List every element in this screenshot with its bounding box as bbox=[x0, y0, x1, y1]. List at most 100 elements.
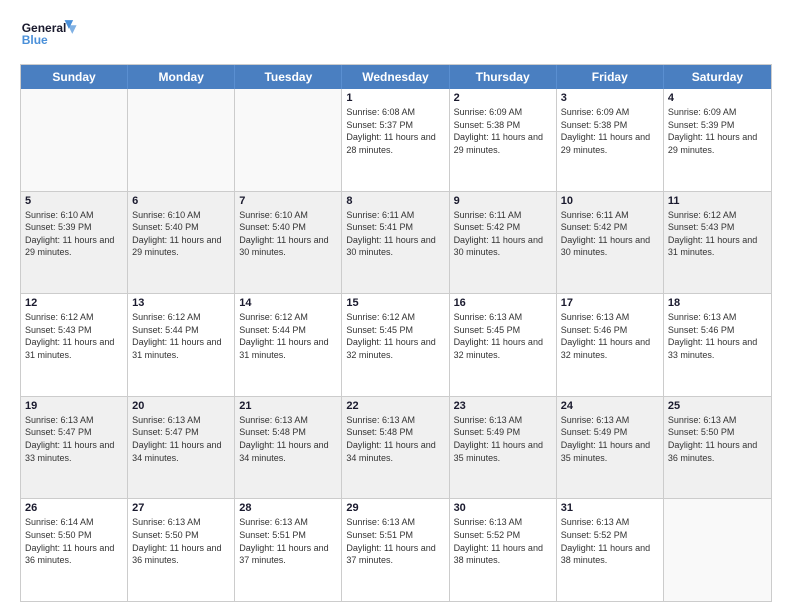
day-details: Sunrise: 6:13 AM Sunset: 5:50 PM Dayligh… bbox=[132, 516, 230, 566]
logo-svg: General Blue bbox=[20, 16, 80, 56]
day-details: Sunrise: 6:09 AM Sunset: 5:38 PM Dayligh… bbox=[454, 106, 552, 156]
day-number: 13 bbox=[132, 297, 230, 309]
day-details: Sunrise: 6:13 AM Sunset: 5:51 PM Dayligh… bbox=[346, 516, 444, 566]
calendar-header: SundayMondayTuesdayWednesdayThursdayFrid… bbox=[21, 65, 771, 89]
day-details: Sunrise: 6:13 AM Sunset: 5:46 PM Dayligh… bbox=[561, 311, 659, 361]
page: General Blue SundayMondayTuesdayWednesda… bbox=[0, 0, 792, 612]
calendar: SundayMondayTuesdayWednesdayThursdayFrid… bbox=[20, 64, 772, 602]
calendar-cell: 2 Sunrise: 6:09 AM Sunset: 5:38 PM Daylig… bbox=[450, 89, 557, 191]
weekday-header-monday: Monday bbox=[128, 65, 235, 89]
day-details: Sunrise: 6:12 AM Sunset: 5:45 PM Dayligh… bbox=[346, 311, 444, 361]
calendar-cell: 12 Sunrise: 6:12 AM Sunset: 5:43 PM Dayli… bbox=[21, 294, 128, 396]
day-number: 11 bbox=[668, 195, 767, 207]
day-number: 12 bbox=[25, 297, 123, 309]
day-details: Sunrise: 6:13 AM Sunset: 5:49 PM Dayligh… bbox=[561, 414, 659, 464]
day-details: Sunrise: 6:12 AM Sunset: 5:44 PM Dayligh… bbox=[132, 311, 230, 361]
calendar-cell: 18 Sunrise: 6:13 AM Sunset: 5:46 PM Dayli… bbox=[664, 294, 771, 396]
day-details: Sunrise: 6:13 AM Sunset: 5:48 PM Dayligh… bbox=[346, 414, 444, 464]
calendar-cell: 28Sunrise: 6:13 AM Sunset: 5:51 PM Dayli… bbox=[235, 499, 342, 601]
day-details: Sunrise: 6:11 AM Sunset: 5:42 PM Dayligh… bbox=[561, 209, 659, 259]
calendar-cell: 11 Sunrise: 6:12 AM Sunset: 5:43 PM Dayli… bbox=[664, 192, 771, 294]
day-number: 24 bbox=[561, 400, 659, 412]
day-number: 14 bbox=[239, 297, 337, 309]
calendar-cell: 24 Sunrise: 6:13 AM Sunset: 5:49 PM Dayli… bbox=[557, 397, 664, 499]
day-details: Sunrise: 6:12 AM Sunset: 5:43 PM Dayligh… bbox=[668, 209, 767, 259]
day-details: Sunrise: 6:10 AM Sunset: 5:39 PM Dayligh… bbox=[25, 209, 123, 259]
day-number: 18 bbox=[668, 297, 767, 309]
calendar-cell: 25Sunrise: 6:13 AM Sunset: 5:50 PM Dayli… bbox=[664, 397, 771, 499]
calendar-body: 1Sunrise: 6:08 AM Sunset: 5:37 PM Daylig… bbox=[21, 89, 771, 601]
calendar-cell: 13 Sunrise: 6:12 AM Sunset: 5:44 PM Dayli… bbox=[128, 294, 235, 396]
day-number: 3 bbox=[561, 92, 659, 104]
day-details: Sunrise: 6:10 AM Sunset: 5:40 PM Dayligh… bbox=[239, 209, 337, 259]
day-number: 16 bbox=[454, 297, 552, 309]
day-number: 8 bbox=[346, 195, 444, 207]
calendar-row-0: 1Sunrise: 6:08 AM Sunset: 5:37 PM Daylig… bbox=[21, 89, 771, 191]
day-number: 6 bbox=[132, 195, 230, 207]
day-number: 29 bbox=[346, 502, 444, 514]
weekday-header-wednesday: Wednesday bbox=[342, 65, 449, 89]
weekday-header-sunday: Sunday bbox=[21, 65, 128, 89]
day-number: 17 bbox=[561, 297, 659, 309]
day-details: Sunrise: 6:09 AM Sunset: 5:38 PM Dayligh… bbox=[561, 106, 659, 156]
calendar-cell: 30Sunrise: 6:13 AM Sunset: 5:52 PM Dayli… bbox=[450, 499, 557, 601]
day-details: Sunrise: 6:12 AM Sunset: 5:44 PM Dayligh… bbox=[239, 311, 337, 361]
day-details: Sunrise: 6:14 AM Sunset: 5:50 PM Dayligh… bbox=[25, 516, 123, 566]
calendar-cell: 21Sunrise: 6:13 AM Sunset: 5:48 PM Dayli… bbox=[235, 397, 342, 499]
calendar-cell: 15 Sunrise: 6:12 AM Sunset: 5:45 PM Dayli… bbox=[342, 294, 449, 396]
calendar-cell bbox=[664, 499, 771, 601]
day-details: Sunrise: 6:08 AM Sunset: 5:37 PM Dayligh… bbox=[346, 106, 444, 156]
day-number: 20 bbox=[132, 400, 230, 412]
calendar-cell: 26 Sunrise: 6:14 AM Sunset: 5:50 PM Dayli… bbox=[21, 499, 128, 601]
weekday-header-tuesday: Tuesday bbox=[235, 65, 342, 89]
day-details: Sunrise: 6:13 AM Sunset: 5:52 PM Dayligh… bbox=[561, 516, 659, 566]
day-number: 23 bbox=[454, 400, 552, 412]
day-number: 4 bbox=[668, 92, 767, 104]
calendar-cell: 22 Sunrise: 6:13 AM Sunset: 5:48 PM Dayli… bbox=[342, 397, 449, 499]
calendar-cell: 3 Sunrise: 6:09 AM Sunset: 5:38 PM Daylig… bbox=[557, 89, 664, 191]
calendar-cell: 17 Sunrise: 6:13 AM Sunset: 5:46 PM Dayli… bbox=[557, 294, 664, 396]
day-number: 21 bbox=[239, 400, 337, 412]
day-number: 19 bbox=[25, 400, 123, 412]
calendar-cell: 27 Sunrise: 6:13 AM Sunset: 5:50 PM Dayli… bbox=[128, 499, 235, 601]
day-number: 30 bbox=[454, 502, 552, 514]
calendar-cell: 14 Sunrise: 6:12 AM Sunset: 5:44 PM Dayli… bbox=[235, 294, 342, 396]
calendar-cell bbox=[21, 89, 128, 191]
day-details: Sunrise: 6:09 AM Sunset: 5:39 PM Dayligh… bbox=[668, 106, 767, 156]
day-details: Sunrise: 6:13 AM Sunset: 5:50 PM Dayligh… bbox=[668, 414, 767, 464]
logo: General Blue bbox=[20, 16, 80, 56]
calendar-row-2: 12 Sunrise: 6:12 AM Sunset: 5:43 PM Dayli… bbox=[21, 293, 771, 396]
calendar-cell: 4 Sunrise: 6:09 AM Sunset: 5:39 PM Daylig… bbox=[664, 89, 771, 191]
day-number: 2 bbox=[454, 92, 552, 104]
day-number: 31 bbox=[561, 502, 659, 514]
header: General Blue bbox=[20, 16, 772, 56]
day-details: Sunrise: 6:13 AM Sunset: 5:47 PM Dayligh… bbox=[132, 414, 230, 464]
calendar-row-4: 26 Sunrise: 6:14 AM Sunset: 5:50 PM Dayli… bbox=[21, 498, 771, 601]
day-number: 10 bbox=[561, 195, 659, 207]
day-details: Sunrise: 6:12 AM Sunset: 5:43 PM Dayligh… bbox=[25, 311, 123, 361]
calendar-cell: 1Sunrise: 6:08 AM Sunset: 5:37 PM Daylig… bbox=[342, 89, 449, 191]
day-number: 5 bbox=[25, 195, 123, 207]
calendar-cell: 16 Sunrise: 6:13 AM Sunset: 5:45 PM Dayli… bbox=[450, 294, 557, 396]
day-number: 27 bbox=[132, 502, 230, 514]
day-number: 9 bbox=[454, 195, 552, 207]
day-number: 22 bbox=[346, 400, 444, 412]
calendar-cell bbox=[128, 89, 235, 191]
day-number: 28 bbox=[239, 502, 337, 514]
calendar-cell: 8 Sunrise: 6:11 AM Sunset: 5:41 PM Daylig… bbox=[342, 192, 449, 294]
svg-text:Blue: Blue bbox=[22, 33, 48, 47]
calendar-cell: 10 Sunrise: 6:11 AM Sunset: 5:42 PM Dayli… bbox=[557, 192, 664, 294]
weekday-header-thursday: Thursday bbox=[450, 65, 557, 89]
calendar-cell: 7 Sunrise: 6:10 AM Sunset: 5:40 PM Daylig… bbox=[235, 192, 342, 294]
calendar-cell: 19Sunrise: 6:13 AM Sunset: 5:47 PM Dayli… bbox=[21, 397, 128, 499]
day-number: 15 bbox=[346, 297, 444, 309]
calendar-cell bbox=[235, 89, 342, 191]
day-details: Sunrise: 6:11 AM Sunset: 5:41 PM Dayligh… bbox=[346, 209, 444, 259]
day-details: Sunrise: 6:13 AM Sunset: 5:45 PM Dayligh… bbox=[454, 311, 552, 361]
calendar-cell: 5 Sunrise: 6:10 AM Sunset: 5:39 PM Daylig… bbox=[21, 192, 128, 294]
calendar-row-1: 5 Sunrise: 6:10 AM Sunset: 5:39 PM Daylig… bbox=[21, 191, 771, 294]
day-details: Sunrise: 6:13 AM Sunset: 5:46 PM Dayligh… bbox=[668, 311, 767, 361]
calendar-cell: 6Sunrise: 6:10 AM Sunset: 5:40 PM Daylig… bbox=[128, 192, 235, 294]
day-number: 7 bbox=[239, 195, 337, 207]
day-number: 26 bbox=[25, 502, 123, 514]
